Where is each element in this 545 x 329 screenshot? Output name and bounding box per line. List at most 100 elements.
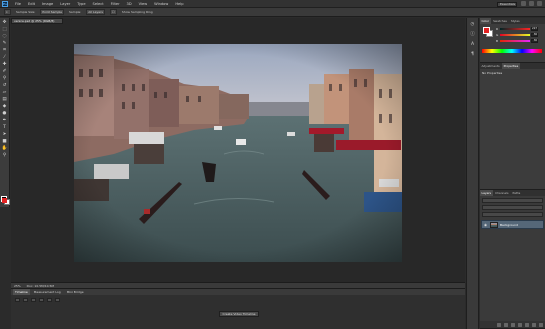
- mask-icon[interactable]: [511, 322, 515, 327]
- layer-name[interactable]: Background: [500, 223, 518, 227]
- tab-layers[interactable]: Layers: [480, 190, 493, 196]
- sampling-ring-checkbox[interactable]: ☐: [109, 9, 117, 15]
- menu-3d[interactable]: 3D: [127, 2, 132, 6]
- adjustment-layer-icon[interactable]: [518, 322, 522, 327]
- workspace-select[interactable]: Essentials: [497, 1, 517, 7]
- zoom-level[interactable]: 25%: [14, 284, 21, 288]
- next-frame-icon[interactable]: [39, 298, 44, 302]
- menu-file[interactable]: File: [15, 2, 21, 6]
- create-video-timeline-button[interactable]: Create Video Timeline: [219, 311, 259, 317]
- shape-icon[interactable]: ■: [1, 139, 8, 145]
- new-layer-icon[interactable]: [532, 322, 536, 327]
- tab-swatches[interactable]: Swatches: [492, 18, 509, 24]
- hand-icon[interactable]: ✋: [1, 146, 8, 152]
- link-icon[interactable]: [497, 322, 501, 327]
- tab-properties[interactable]: Properties: [502, 63, 520, 69]
- first-frame-icon[interactable]: [15, 298, 20, 302]
- menu-help[interactable]: Help: [175, 2, 183, 6]
- pen-icon[interactable]: ✒: [1, 118, 8, 124]
- visibility-eye-icon[interactable]: ◉: [484, 223, 488, 227]
- history-brush-icon[interactable]: ↺: [1, 83, 8, 89]
- audio-icon[interactable]: [47, 298, 52, 302]
- sampling-ring-label: Show Sampling Ring: [121, 10, 153, 14]
- document-tab[interactable]: venice.psd @ 25% (RGB/8): [11, 18, 63, 24]
- crop-icon[interactable]: ⌗: [1, 48, 8, 54]
- panel-foreground-swatch[interactable]: [483, 27, 490, 34]
- blue-slider-row: B 36: [496, 39, 540, 43]
- timeline-panel: Timeline Measurement Log Mini Bridge Cre…: [11, 288, 465, 329]
- lasso-icon[interactable]: ◌: [1, 34, 8, 40]
- menu-edit[interactable]: Edit: [28, 2, 35, 6]
- type-icon[interactable]: T: [1, 125, 8, 131]
- healing-icon[interactable]: ✚: [1, 62, 8, 68]
- tab-mini-bridge[interactable]: Mini Bridge: [65, 289, 86, 295]
- properties-panel: Adjustments Properties No Properties: [480, 63, 545, 190]
- info-icon[interactable]: ⓘ: [469, 32, 476, 38]
- layers-panel-tabs: Layers Channels Paths: [480, 190, 545, 196]
- close-button[interactable]: [537, 1, 542, 6]
- sample-size-select[interactable]: Point Sample: [40, 9, 65, 15]
- clone-stamp-icon[interactable]: ⚲: [1, 76, 8, 82]
- color-spectrum-bar[interactable]: [482, 49, 542, 53]
- tab-adjustments[interactable]: Adjustments: [480, 63, 501, 69]
- play-icon[interactable]: [31, 298, 36, 302]
- doc-info: Doc: 10.5M/10.5M: [26, 283, 54, 288]
- green-value[interactable]: 36: [531, 33, 538, 37]
- move-icon[interactable]: ✥: [1, 20, 8, 26]
- marquee-icon[interactable]: ⬚: [1, 27, 8, 33]
- fx-icon[interactable]: [504, 322, 508, 327]
- red-slider[interactable]: [500, 28, 530, 30]
- tab-paths[interactable]: Paths: [511, 190, 522, 196]
- tab-timeline[interactable]: Timeline: [13, 289, 30, 295]
- dodge-icon[interactable]: ●: [1, 111, 8, 117]
- tab-channels[interactable]: Channels: [494, 190, 510, 196]
- settings-icon[interactable]: [55, 298, 60, 302]
- blend-mode-select[interactable]: [482, 205, 543, 210]
- layer-filter-kind[interactable]: [482, 198, 543, 203]
- brush-icon[interactable]: ✐: [1, 69, 8, 75]
- gradient-icon[interactable]: ▤: [1, 97, 8, 103]
- image-canvas[interactable]: [74, 44, 402, 262]
- group-folder-icon[interactable]: [525, 322, 529, 327]
- menu-layer[interactable]: Layer: [60, 2, 70, 6]
- character-icon[interactable]: A: [469, 42, 476, 48]
- layers-panel: Layers Channels Paths ◉ Background: [480, 190, 545, 329]
- eraser-icon[interactable]: ▱: [1, 90, 8, 96]
- maximize-button[interactable]: [529, 1, 534, 6]
- green-slider-row: G 36: [496, 33, 540, 37]
- prev-frame-icon[interactable]: [23, 298, 28, 302]
- venice-canal-photo: [74, 44, 402, 262]
- options-bar: ⌖ Sample Size: Point Sample Sample: All …: [0, 8, 545, 17]
- tab-measurement-log[interactable]: Measurement Log: [32, 289, 63, 295]
- lock-controls[interactable]: [482, 212, 543, 217]
- tab-color[interactable]: Color: [480, 18, 491, 24]
- blur-icon[interactable]: ◆: [1, 104, 8, 110]
- menu-select[interactable]: Select: [93, 2, 104, 6]
- trash-icon[interactable]: [539, 322, 543, 327]
- path-select-icon[interactable]: ➤: [1, 132, 8, 138]
- sample-select[interactable]: All Layers: [86, 9, 105, 15]
- eyedropper-icon[interactable]: ⁄: [1, 55, 8, 61]
- green-slider[interactable]: [500, 34, 530, 36]
- tab-styles[interactable]: Styles: [509, 18, 521, 24]
- zoom-icon[interactable]: ⚲: [1, 153, 8, 159]
- history-icon[interactable]: ◷: [469, 22, 476, 28]
- blue-label: B: [496, 39, 499, 43]
- menu-image[interactable]: Image: [42, 2, 53, 6]
- minimize-button[interactable]: [521, 1, 526, 6]
- red-value[interactable]: 227: [531, 27, 538, 31]
- menu-filter[interactable]: Filter: [111, 2, 120, 6]
- layer-row-background[interactable]: ◉ Background: [481, 220, 544, 229]
- red-slider-row: R 227: [496, 27, 540, 31]
- menu-window[interactable]: Window: [154, 2, 168, 6]
- blue-slider[interactable]: [500, 40, 530, 42]
- blue-value[interactable]: 36: [531, 39, 538, 43]
- red-label: R: [496, 27, 499, 31]
- menu-type[interactable]: Type: [77, 2, 85, 6]
- quick-select-icon[interactable]: ✎: [1, 41, 8, 47]
- menu-view[interactable]: View: [139, 2, 148, 6]
- tool-preset-picker[interactable]: ⌖: [4, 9, 11, 15]
- green-label: G: [496, 33, 499, 37]
- menu-bar: Ps File Edit Image Layer Type Select Fil…: [0, 0, 545, 8]
- paragraph-icon[interactable]: ¶: [469, 52, 476, 58]
